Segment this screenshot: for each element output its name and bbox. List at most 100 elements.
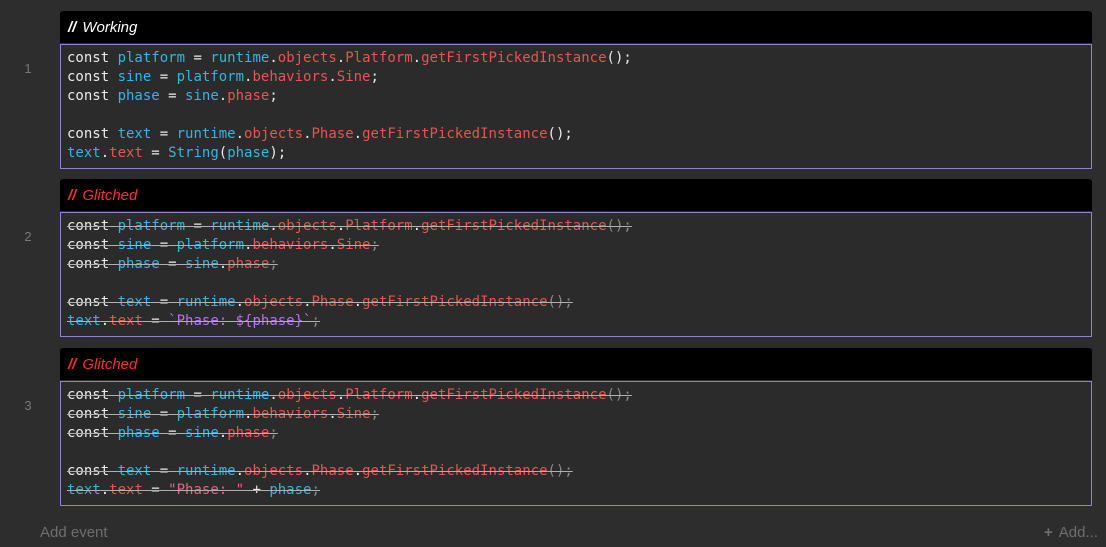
add-more-button[interactable]: + Add... — [1044, 524, 1098, 541]
code-token: = — [151, 126, 177, 142]
code-block[interactable]: const platform = runtime.objects.Platfor… — [60, 381, 1092, 506]
code-token: . — [353, 126, 363, 142]
code-token: . — [269, 50, 278, 66]
comment-bar[interactable]: // Glitched — [60, 348, 1092, 380]
code-token: getFirstPickedInstance — [362, 463, 548, 479]
code-token: phase — [117, 425, 160, 441]
code-token: behaviors — [252, 406, 329, 422]
code-token: text — [67, 145, 101, 161]
code-token: (); — [547, 126, 573, 142]
code-token: Phase — [311, 126, 354, 142]
code-token: . — [218, 88, 228, 104]
code-line: const phase = sine.phase; — [67, 424, 1091, 443]
code-token: runtime — [176, 294, 236, 310]
code-token: . — [235, 463, 245, 479]
code-token: sine — [117, 69, 152, 85]
code-token: platform — [176, 69, 245, 85]
code-token: . — [218, 425, 228, 441]
comment-bar[interactable]: // Glitched — [60, 179, 1092, 211]
code-token: (); — [606, 50, 632, 66]
code-token: getFirstPickedInstance — [421, 387, 607, 403]
code-token: const — [67, 406, 118, 422]
code-token: . — [353, 294, 363, 310]
code-token: ( — [218, 145, 228, 161]
code-line: const text = runtime.objects.Phase.getFi… — [67, 293, 1091, 312]
code-token: . — [235, 294, 245, 310]
code-token: = — [151, 406, 177, 422]
code-token: (); — [606, 218, 632, 234]
code-token: . — [412, 50, 422, 66]
code-token: = — [159, 256, 186, 272]
code-token: Platform — [345, 387, 413, 403]
code-token: sine — [185, 425, 219, 441]
code-token: text — [109, 313, 143, 329]
add-event-button[interactable]: Add event — [40, 524, 108, 541]
code-line: text.text = String(phase); — [67, 144, 1091, 163]
code-token: text — [109, 482, 143, 498]
code-token: behaviors — [252, 69, 329, 85]
event-number: 2 — [24, 229, 32, 244]
code-line: const sine = platform.behaviors.Sine; — [67, 236, 1091, 255]
code-token: . — [336, 387, 346, 403]
code-token: . — [336, 50, 346, 66]
code-token: platform — [117, 50, 186, 66]
code-token: (); — [547, 463, 573, 479]
code-token: ; — [370, 237, 379, 253]
code-block[interactable]: const platform = runtime.objects.Platfor… — [60, 44, 1092, 169]
code-line: const platform = runtime.objects.Platfor… — [67, 49, 1091, 68]
code-token: const — [67, 237, 118, 253]
code-token: ; — [370, 69, 379, 85]
comment-text: Glitched — [82, 356, 138, 373]
code-token: platform — [117, 387, 186, 403]
code-token: const — [67, 425, 118, 441]
code-token: = — [185, 50, 211, 66]
code-token: Phase — [311, 463, 354, 479]
comment-slashes: // — [68, 187, 77, 204]
code-token: = — [142, 313, 169, 329]
code-token: text — [117, 463, 152, 479]
code-token: `Phase: ${phase}` — [168, 313, 312, 329]
code-token: ; — [311, 482, 320, 498]
code-token: . — [412, 218, 422, 234]
code-token: phase — [227, 256, 270, 272]
code-token: getFirstPickedInstance — [362, 126, 548, 142]
code-line: text.text = "Phase: " + phase; — [67, 481, 1091, 500]
code-token: getFirstPickedInstance — [362, 294, 548, 310]
code-token: text — [67, 313, 101, 329]
code-token: Sine — [336, 237, 371, 253]
code-token: . — [328, 69, 337, 85]
code-token: . — [269, 218, 278, 234]
code-line: const phase = sine.phase; — [67, 255, 1091, 274]
code-token: const — [67, 88, 118, 104]
code-token: + — [244, 482, 270, 498]
code-token: Sine — [336, 69, 371, 85]
code-token: phase — [269, 482, 312, 498]
code-token: Phase — [311, 294, 354, 310]
code-token: phase — [227, 88, 270, 104]
code-token: . — [328, 237, 337, 253]
code-token: ); — [269, 145, 287, 161]
code-token: . — [235, 126, 245, 142]
code-token: . — [100, 482, 110, 498]
comment-bar[interactable]: // Working — [60, 11, 1092, 43]
code-token: = — [151, 69, 177, 85]
code-token: platform — [117, 218, 186, 234]
code-token: = — [185, 387, 211, 403]
event-number: 1 — [24, 61, 32, 76]
comment-text: Glitched — [82, 187, 138, 204]
code-token: phase — [227, 425, 270, 441]
code-block[interactable]: const platform = runtime.objects.Platfor… — [60, 212, 1092, 337]
code-token: getFirstPickedInstance — [421, 218, 607, 234]
code-token: text — [117, 126, 152, 142]
code-line: const text = runtime.objects.Phase.getFi… — [67, 125, 1091, 144]
code-token: objects — [244, 126, 304, 142]
code-token: . — [303, 294, 312, 310]
code-token: . — [303, 463, 312, 479]
code-token: text — [67, 482, 101, 498]
code-token: ; — [269, 425, 278, 441]
code-token: text — [117, 294, 152, 310]
plus-icon: + — [1044, 524, 1053, 541]
code-token: = — [151, 237, 177, 253]
